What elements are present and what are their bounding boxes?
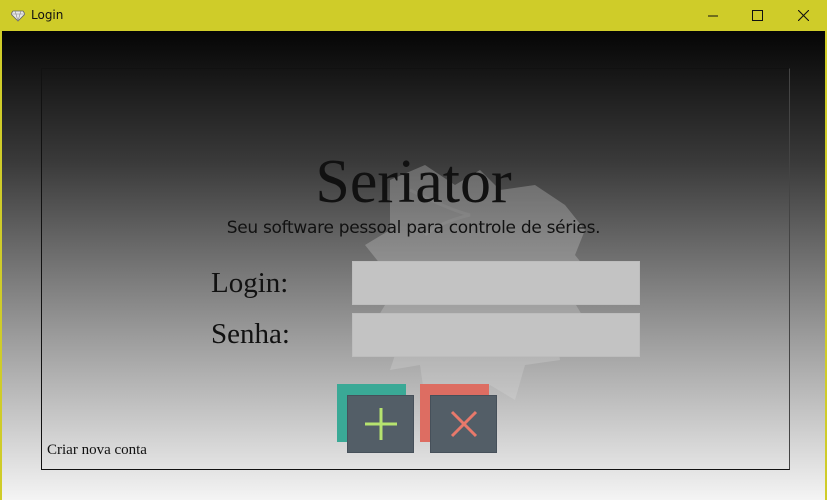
- title-bar: Login: [0, 0, 827, 31]
- close-button[interactable]: [780, 0, 826, 31]
- cancel-button[interactable]: [430, 395, 497, 453]
- login-label: Login:: [211, 267, 289, 299]
- app-title: Seriator: [315, 148, 512, 216]
- plus-icon: [364, 408, 397, 440]
- close-icon: [797, 10, 809, 21]
- password-input[interactable]: [352, 313, 640, 357]
- create-account-link[interactable]: Criar nova conta: [47, 442, 147, 459]
- app-gem-icon: [10, 9, 26, 22]
- app-subtitle: Seu software pessoal para controle de sé…: [226, 218, 601, 238]
- maximize-button[interactable]: [734, 0, 780, 31]
- add-button[interactable]: [347, 395, 414, 453]
- maximize-icon: [751, 10, 763, 21]
- minimize-icon: [708, 15, 718, 16]
- x-icon: [450, 410, 477, 438]
- window-title: Login: [31, 8, 64, 22]
- login-input[interactable]: [352, 261, 640, 305]
- minimize-button[interactable]: [690, 0, 736, 31]
- password-label: Senha:: [211, 318, 290, 350]
